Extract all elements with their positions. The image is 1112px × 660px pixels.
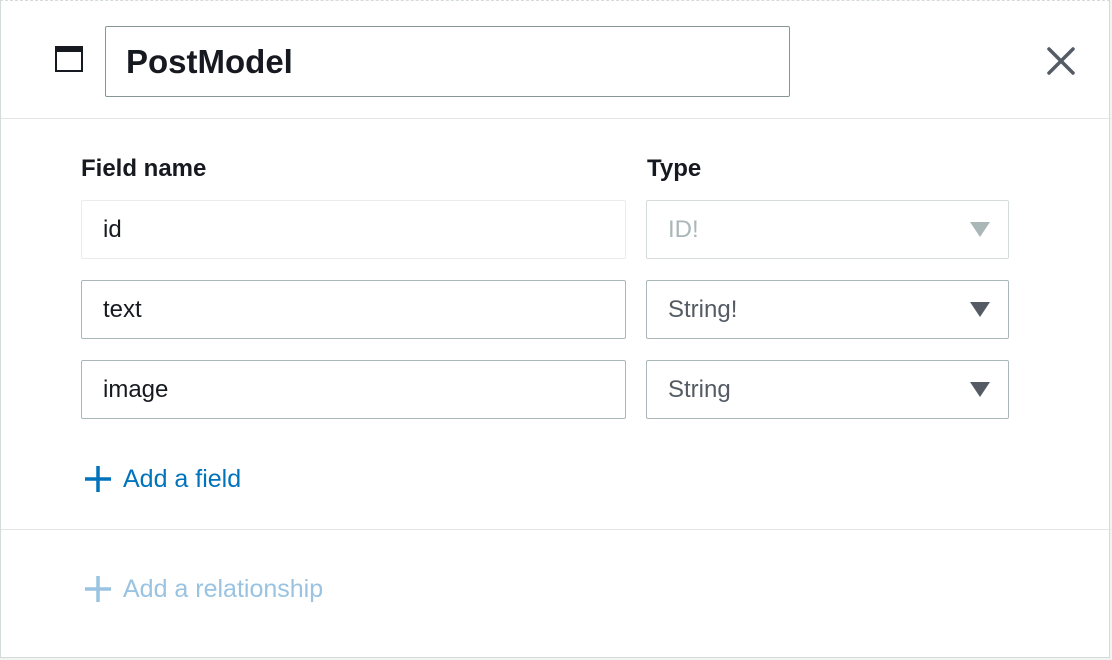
field-type-select-text[interactable]: String! [646, 280, 1009, 339]
field-type-value: String [668, 376, 731, 403]
section-divider [1, 529, 1111, 530]
caret-down-icon [970, 222, 990, 237]
model-header: PostModel [1, 1, 1111, 119]
field-type-value: String! [668, 296, 738, 323]
close-icon [1047, 47, 1075, 75]
caret-down-icon [970, 382, 990, 397]
plus-icon [85, 576, 111, 602]
model-name-input[interactable]: PostModel [105, 26, 790, 97]
add-field-button[interactable]: Add a field [83, 462, 241, 496]
model-editor-card: PostModel Field name Type id ID! text St… [0, 0, 1111, 658]
plus-icon [85, 466, 111, 492]
field-type-value: ID! [668, 216, 699, 243]
caret-down-icon [970, 302, 990, 317]
window-icon [55, 46, 83, 72]
field-name-input-text[interactable]: text [81, 280, 626, 339]
field-name-input-image[interactable]: image [81, 360, 626, 419]
field-name-input-id: id [81, 200, 626, 259]
close-button[interactable] [1041, 41, 1081, 81]
type-column-label: Type [647, 155, 702, 182]
field-type-select-id: ID! [646, 200, 1009, 259]
field-name-column-label: Field name [81, 155, 207, 182]
add-field-label: Add a field [123, 464, 242, 493]
add-relationship-label: Add a relationship [123, 574, 324, 603]
add-relationship-button[interactable]: Add a relationship [83, 572, 323, 606]
field-type-select-image[interactable]: String [646, 360, 1009, 419]
